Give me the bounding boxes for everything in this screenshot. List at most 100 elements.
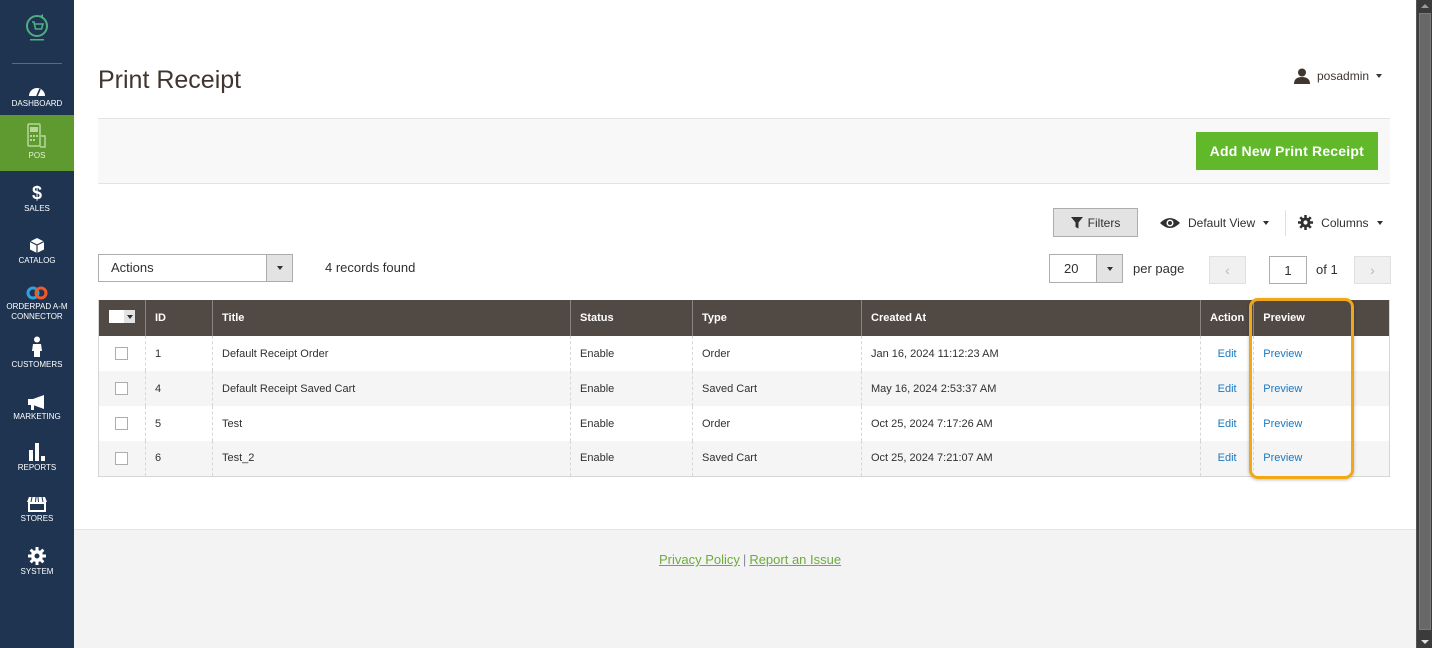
chevron-down-icon (1376, 220, 1383, 225)
columns-dropdown[interactable]: Columns (1298, 215, 1383, 230)
dashboard-gauge-icon (28, 75, 46, 97)
privacy-policy-link[interactable]: Privacy Policy (659, 552, 740, 567)
sidebar-item-marketing[interactable]: MARKETING (0, 392, 74, 428)
filter-icon (1070, 216, 1083, 228)
cell-type: Saved Cart (692, 371, 862, 406)
preview-link[interactable]: Preview (1263, 348, 1302, 360)
scroll-up-arrow-icon[interactable] (1421, 4, 1429, 8)
per-page-control: 20 per page (1049, 254, 1184, 283)
chevron-right-icon: › (1370, 262, 1375, 278)
box-icon (29, 232, 45, 254)
cell-title: Test (212, 406, 571, 441)
cell-title: Default Receipt Saved Cart (212, 371, 571, 406)
sidebar-item-sales[interactable]: $ SALES (0, 180, 74, 220)
previous-page-button[interactable]: ‹ (1209, 256, 1246, 284)
per-page-value: 20 (1064, 261, 1079, 276)
pos-cart-logo-icon (26, 14, 48, 41)
cell-created-at: Jan 16, 2024 11:12:23 AM (861, 336, 1201, 371)
footer-links: Privacy Policy | Report an Issue (659, 552, 841, 567)
link-icon (25, 283, 49, 300)
report-issue-link[interactable]: Report an Issue (749, 552, 841, 567)
per-page-select[interactable]: 20 (1049, 254, 1123, 283)
sidebar-item-stores[interactable]: STORES (0, 496, 74, 530)
filters-label: Filters (1087, 215, 1121, 230)
filters-button[interactable]: Filters (1053, 208, 1138, 237)
sidebar-item-reports[interactable]: REPORTS (0, 441, 74, 477)
cell-type: Order (692, 336, 862, 371)
table-row: 4 Default Receipt Saved Cart Enable Save… (98, 371, 1390, 406)
preview-link[interactable]: Preview (1263, 452, 1302, 464)
next-page-button[interactable]: › (1354, 256, 1391, 284)
cell-id: 6 (145, 441, 213, 476)
records-found: 4 records found (325, 260, 416, 275)
cell-created-at: Oct 25, 2024 7:17:26 AM (861, 406, 1201, 441)
row-checkbox[interactable] (115, 347, 128, 360)
per-page-label: per page (1133, 261, 1185, 276)
logo[interactable] (0, 0, 74, 64)
chevron-down-icon (1376, 74, 1383, 78)
divider (12, 63, 62, 64)
cell-title: Default Receipt Order (212, 336, 571, 371)
vertical-scrollbar[interactable] (1416, 0, 1432, 648)
preview-link[interactable]: Preview (1263, 418, 1302, 430)
row-checkbox[interactable] (115, 382, 128, 395)
column-header-title[interactable]: Title (212, 300, 571, 336)
cell-title: Test_2 (212, 441, 571, 476)
row-checkbox[interactable] (115, 417, 128, 430)
scroll-down-arrow-icon[interactable] (1421, 640, 1429, 644)
gear-icon (1298, 215, 1314, 230)
sidebar-item-dashboard[interactable]: DASHBOARD (0, 75, 74, 115)
preview-link[interactable]: Preview (1263, 383, 1302, 395)
mass-actions-value: Actions (111, 260, 154, 275)
cell-created-at: May 16, 2024 2:53:37 AM (861, 371, 1201, 406)
bar-chart-icon (28, 441, 46, 461)
column-header-preview: Preview (1253, 300, 1390, 336)
edit-link[interactable]: Edit (1218, 348, 1237, 360)
sidebar-item-customers[interactable]: CUSTOMERS (0, 336, 74, 376)
columns-label: Columns (1321, 215, 1369, 230)
user-account-menu[interactable]: posadmin (1294, 68, 1383, 84)
default-view-label: Default View (1188, 215, 1256, 230)
column-header-type[interactable]: Type (692, 300, 862, 336)
current-page-input[interactable] (1269, 256, 1307, 284)
cell-type: Order (692, 406, 862, 441)
cell-status: Enable (570, 406, 693, 441)
chevron-down-icon (266, 255, 292, 281)
column-header-id[interactable]: ID (145, 300, 213, 336)
row-checkbox[interactable] (115, 451, 128, 465)
column-header-status[interactable]: Status (570, 300, 693, 336)
mass-actions-select[interactable]: Actions (98, 254, 293, 282)
cell-created-at: Oct 25, 2024 7:21:07 AM (861, 441, 1201, 476)
table-row: 5 Test Enable Order Oct 25, 2024 7:17:26… (99, 406, 1390, 441)
total-pages: of 1 (1316, 262, 1338, 277)
cell-id: 4 (145, 371, 213, 406)
scrollbar-thumb[interactable] (1419, 13, 1431, 630)
page-actions-bar: Add New Print Receipt (98, 118, 1390, 184)
storefront-icon (27, 496, 47, 512)
chevron-down-icon (1096, 255, 1122, 282)
sidebar-item-catalog[interactable]: CATALOG (0, 232, 74, 272)
column-header-created-at[interactable]: Created At (861, 300, 1201, 336)
mass-select-checkbox[interactable] (109, 310, 135, 323)
username: posadmin (1317, 69, 1370, 83)
add-new-print-receipt-button[interactable]: Add New Print Receipt (1195, 132, 1378, 170)
table-row: 6 Test_2 Enable Saved Cart Oct 25, 2024 … (98, 441, 1390, 476)
cell-status: Enable (570, 441, 693, 476)
table-row: 1 Default Receipt Order Enable Order Jan… (99, 336, 1390, 371)
sidebar-item-orderpad-connector[interactable]: ORDERPAD A-M CONNECTOR (0, 283, 74, 327)
mass-select-header[interactable] (98, 300, 146, 336)
edit-link[interactable]: Edit (1218, 452, 1237, 464)
default-view-dropdown[interactable]: Default View (1160, 215, 1270, 230)
cell-type: Saved Cart (692, 441, 862, 476)
edit-link[interactable]: Edit (1218, 383, 1237, 395)
sidebar-item-system[interactable]: SYSTEM (0, 547, 74, 583)
page-title: Print Receipt (98, 66, 242, 94)
column-header-action: Action (1199, 300, 1254, 336)
edit-link[interactable]: Edit (1218, 418, 1237, 430)
chevron-left-icon: ‹ (1225, 262, 1230, 278)
sidebar-item-pos[interactable]: POS (0, 115, 74, 171)
eye-icon (1160, 217, 1180, 228)
page-footer: Privacy Policy | Report an Issue (74, 529, 1416, 648)
divider (1285, 209, 1287, 236)
grid-toolbar: Filters Default View Columns (1053, 208, 1383, 237)
